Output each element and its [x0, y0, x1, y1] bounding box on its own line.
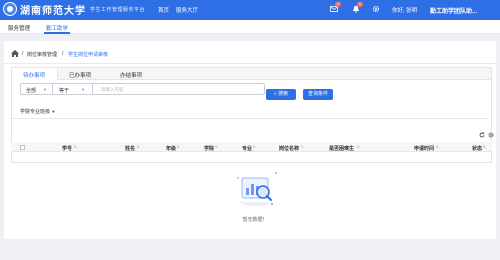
refresh-icon[interactable]	[479, 132, 485, 138]
column-header[interactable]: 年级	[166, 145, 176, 152]
nav-service-hall[interactable]: 服务大厅	[176, 6, 198, 14]
tab-pending[interactable]: 待办事项	[23, 71, 45, 79]
column-header[interactable]: 学院	[204, 145, 214, 152]
filter-label: 学院专业班级	[20, 109, 51, 115]
breadcrumb-current: 学生岗位申请审核	[68, 52, 109, 58]
user-greeting[interactable]: 你好, 张明	[392, 6, 417, 14]
column-header[interactable]: 姓名	[125, 145, 135, 152]
tab-done[interactable]: 已办事项	[69, 71, 91, 79]
column-settings-icon[interactable]	[488, 132, 494, 138]
sort-icon[interactable]: ⇅	[137, 145, 140, 149]
search-input[interactable]	[101, 85, 261, 93]
breadcrumb-separator: /	[22, 51, 24, 57]
empty-state-text: 暂无数据！	[242, 217, 268, 223]
empty-data-illustration-icon	[237, 172, 277, 206]
top-header: 湖南师范大学 学生工作管理服务平台 首页 服务大厅 2 1 你好, 张明 勤工助…	[0, 0, 500, 20]
home-icon[interactable]	[11, 50, 19, 57]
column-header[interactable]: 专业	[242, 145, 252, 152]
search-button-label: 搜索	[278, 91, 289, 97]
divider	[92, 84, 93, 94]
column-header[interactable]: 岗位名称	[279, 145, 299, 152]
divider	[12, 118, 489, 119]
bell-badge: 1	[357, 2, 363, 7]
module-bar: 服务管理 勤工助学	[0, 20, 500, 34]
tab-completed[interactable]: 办结事项	[120, 71, 142, 79]
role-switcher[interactable]: 勤工助学团队助...	[430, 6, 477, 15]
breadcrumb-separator: /	[62, 51, 64, 57]
brand-subtitle: 学生工作管理服务平台	[90, 7, 146, 13]
sort-icon[interactable]: ⇅	[215, 145, 218, 149]
sort-icon[interactable]: ⇅	[483, 145, 486, 149]
search-icon: ⌕	[273, 91, 277, 97]
breadcrumb-position-review[interactable]: 岗位审核管理	[27, 51, 57, 58]
search-button[interactable]: ⌕ 搜索	[266, 89, 296, 100]
sort-icon[interactable]: ⇅	[177, 145, 180, 149]
tab-strip: 待办事项 已办事项 办结事项	[12, 68, 491, 80]
search-bar: 全部 ▼ 等于 ▼	[20, 83, 265, 95]
divider	[52, 84, 53, 94]
query-conditions-button[interactable]: 查询条件	[303, 89, 333, 100]
sort-icon[interactable]: ⇅	[301, 145, 304, 149]
column-header[interactable]: 是否困难生	[329, 145, 354, 152]
college-major-class-filter[interactable]: 学院专业班级 ▼	[20, 108, 55, 115]
sort-icon[interactable]: ⇅	[436, 145, 439, 149]
chevron-down-icon: ▼	[81, 87, 85, 92]
module-tab-work-study[interactable]: 勤工助学	[46, 24, 68, 32]
module-tab-service-management[interactable]: 服务管理	[8, 24, 30, 32]
brand-name: 湖南师范大学	[20, 6, 86, 17]
sort-icon[interactable]: ⇅	[74, 145, 77, 149]
chevron-down-icon: ▼	[43, 87, 47, 92]
university-logo-icon	[3, 2, 17, 16]
column-header[interactable]: 申请时间	[414, 145, 434, 152]
divider	[4, 63, 496, 64]
main-panel: / 岗位审核管理 / 学生岗位申请审核 待办事项 已办事项 办结事项 全部 ▼ …	[4, 41, 496, 239]
sort-icon[interactable]: ⇅	[253, 145, 256, 149]
caret-down-icon: ▼	[51, 109, 56, 114]
nav-home[interactable]: 首页	[158, 6, 169, 14]
settings-icon[interactable]	[372, 5, 380, 13]
select-all-checkbox[interactable]	[20, 145, 25, 150]
sort-icon[interactable]: ⇅	[357, 145, 360, 149]
column-header[interactable]: 学号	[62, 145, 72, 152]
mail-badge: 2	[335, 2, 341, 7]
table-header: 学号 ⇅ 姓名 ⇅ 年级 ⇅ 学院 ⇅ 专业 ⇅ 岗位名称 ⇅ 是否困难生 ⇅ …	[11, 142, 492, 152]
module-active-underline	[44, 32, 70, 34]
operator-select[interactable]: 等于	[59, 87, 69, 94]
scope-select[interactable]: 全部	[26, 87, 36, 94]
column-header[interactable]: 状态	[472, 145, 482, 152]
